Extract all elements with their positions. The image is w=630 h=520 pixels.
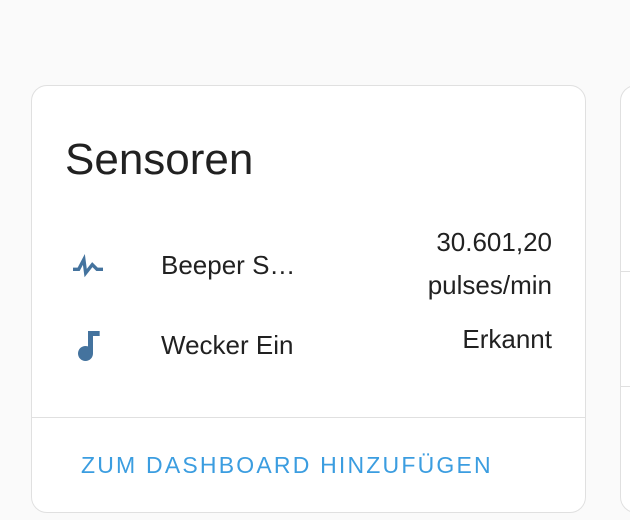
entity-state: 30.601,20 pulses/min [428, 221, 552, 307]
page: { "card": { "title": "Sensoren", "entiti… [0, 0, 630, 520]
state-value: 30.601,20 [436, 227, 552, 257]
sensors-card: Sensoren Beeper S… 30.601,20 pulses/min … [31, 85, 586, 513]
add-to-dashboard-button[interactable]: ZUM DASHBOARD HINZUFÜGEN [81, 450, 493, 480]
adjacent-card-divider [621, 386, 630, 387]
entity-row-beeper[interactable]: Beeper S… 30.601,20 pulses/min [32, 226, 585, 306]
entity-name: Beeper S… [161, 250, 296, 280]
card-divider [32, 417, 585, 418]
entity-state: Erkannt [462, 318, 552, 361]
music-note-icon [68, 326, 108, 366]
entity-row-wecker[interactable]: Wecker Ein Erkannt [32, 324, 585, 368]
adjacent-card-divider [621, 271, 630, 272]
card-title: Sensoren [65, 135, 254, 184]
adjacent-card [620, 85, 630, 513]
state-unit: pulses/min [427, 270, 552, 300]
entity-name: Wecker Ein [161, 330, 294, 360]
state-value: Erkannt [462, 324, 552, 354]
pulse-icon [68, 246, 108, 286]
